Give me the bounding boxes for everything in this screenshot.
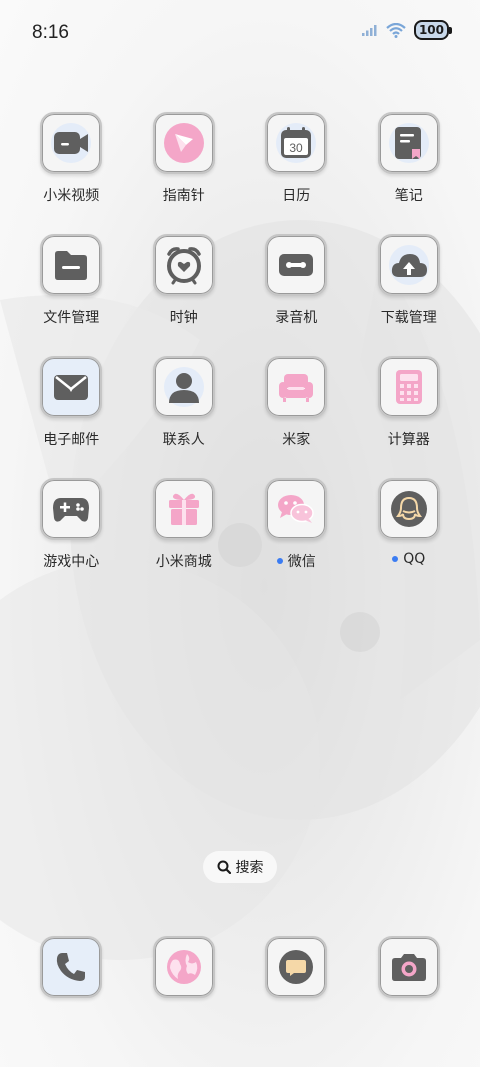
app-grid: 小米视频 指南针 30 日历 笔记 文件管理 时钟 录音机 下载管理 电子邮件 … — [15, 112, 465, 584]
app-calculator[interactable]: 计算器 — [353, 356, 466, 462]
alarm-clock-icon — [166, 247, 201, 285]
app-label: 米家 — [282, 432, 311, 448]
app-label: 联系人 — [162, 432, 205, 448]
app-label: 微信 — [287, 554, 316, 570]
app-file-manager[interactable]: 文件管理 — [15, 234, 128, 340]
dock — [15, 936, 465, 998]
status-bar: 8:16 100 — [0, 0, 480, 68]
app-label: 计算器 — [387, 432, 430, 448]
signal-icon — [361, 25, 377, 36]
calendar-icon: 30 — [281, 127, 312, 158]
notification-dot — [392, 556, 399, 562]
notebook-icon — [394, 127, 421, 159]
wechat-icon — [278, 495, 314, 523]
sofa-icon — [279, 374, 314, 402]
app-label: 指南针 — [162, 188, 205, 204]
camera-icon — [391, 954, 426, 981]
dock-messages[interactable] — [240, 936, 353, 998]
app-label-qq: QQ — [392, 551, 425, 567]
message-icon — [279, 950, 314, 984]
calculator-icon — [395, 370, 422, 404]
app-compass[interactable]: 指南针 — [128, 112, 241, 218]
app-qq[interactable]: QQ — [353, 478, 466, 584]
app-mi-video[interactable]: 小米视频 — [15, 112, 128, 218]
app-label: 笔记 — [394, 188, 423, 204]
app-recorder[interactable]: 录音机 — [240, 234, 353, 340]
wifi-icon — [386, 22, 406, 38]
app-label: 文件管理 — [43, 310, 100, 326]
battery-level: 100 — [413, 20, 449, 40]
video-camera-icon — [54, 132, 89, 154]
app-label: 游戏中心 — [43, 554, 100, 570]
person-icon — [168, 373, 199, 403]
gift-icon — [168, 493, 199, 525]
globe-icon — [166, 950, 201, 984]
search-button[interactable]: 搜索 — [203, 851, 277, 883]
app-contacts[interactable]: 联系人 — [128, 356, 241, 462]
cloud-upload-icon — [391, 254, 427, 277]
qq-penguin-icon — [390, 491, 427, 527]
app-label: 录音机 — [275, 310, 318, 326]
app-label: 小米商城 — [155, 554, 212, 570]
app-wechat[interactable]: 微信 — [240, 478, 353, 584]
app-label: 日历 — [282, 188, 311, 204]
app-mi-home[interactable]: 米家 — [240, 356, 353, 462]
app-clock[interactable]: 时钟 — [128, 234, 241, 340]
gamepad-icon — [53, 498, 90, 522]
folder-icon — [55, 251, 88, 280]
envelope-icon — [54, 375, 89, 400]
search-label: 搜索 — [235, 860, 264, 876]
app-label: QQ — [403, 551, 426, 567]
search-icon — [217, 860, 231, 874]
app-downloads[interactable]: 下载管理 — [353, 234, 466, 340]
clock-time: 8:16 — [32, 22, 69, 43]
app-email[interactable]: 电子邮件 — [15, 356, 128, 462]
battery-icon: 100 — [413, 20, 452, 40]
app-label: 电子邮件 — [43, 432, 100, 448]
compass-icon — [163, 123, 204, 163]
phone-icon — [57, 953, 86, 981]
app-notes[interactable]: 笔记 — [353, 112, 466, 218]
app-calendar[interactable]: 30 日历 — [240, 112, 353, 218]
app-game-center[interactable]: 游戏中心 — [15, 478, 128, 584]
app-mi-store[interactable]: 小米商城 — [128, 478, 241, 584]
dock-camera[interactable] — [353, 936, 466, 998]
notification-dot — [276, 558, 283, 564]
app-label-wechat: 微信 — [276, 551, 316, 571]
dock-browser[interactable] — [128, 936, 241, 998]
cassette-icon — [279, 254, 314, 276]
app-label: 下载管理 — [380, 310, 437, 326]
app-label: 时钟 — [169, 310, 198, 326]
app-label: 小米视频 — [43, 188, 100, 204]
calendar-day: 30 — [290, 141, 304, 155]
dock-phone[interactable] — [15, 936, 128, 998]
